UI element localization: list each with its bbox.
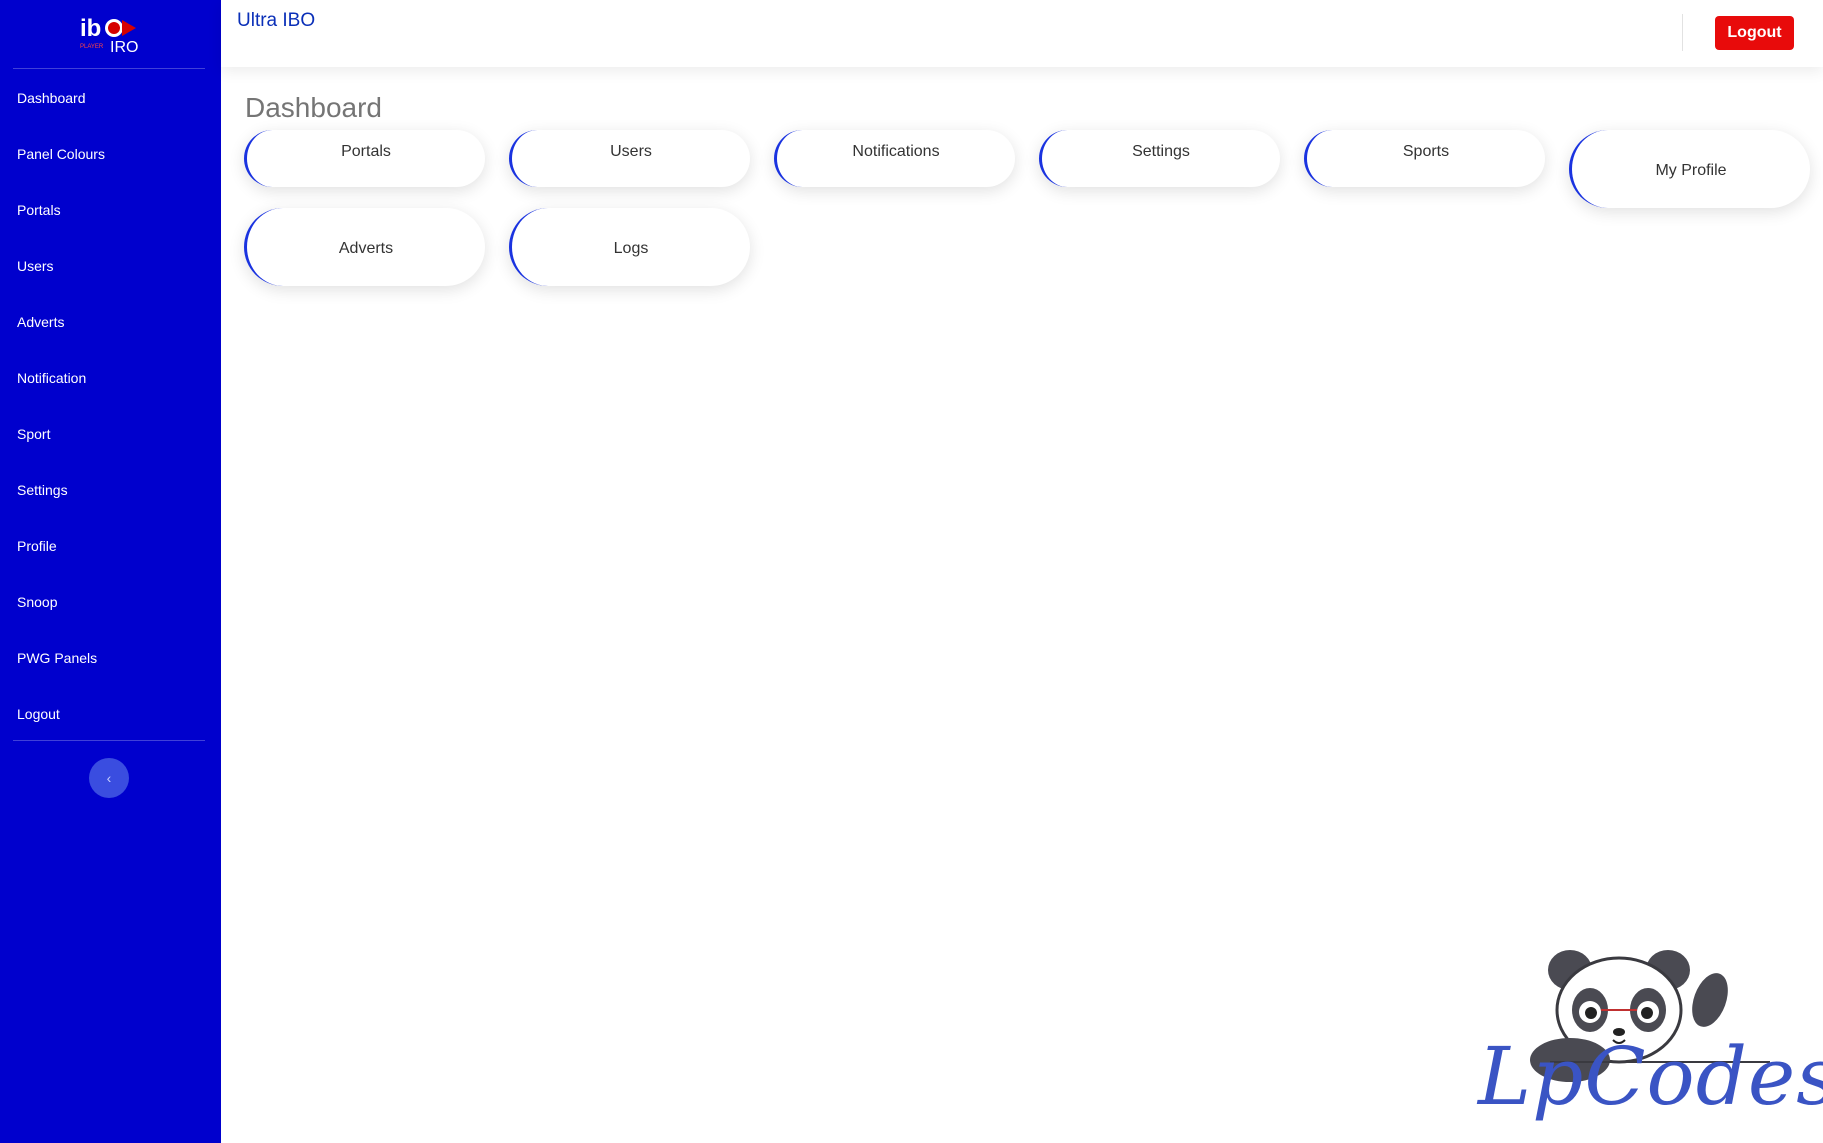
card-notifications[interactable]: Notifications: [774, 130, 1015, 187]
sidebar-item-panel-colours[interactable]: Panel Colours: [0, 126, 221, 182]
card-adverts[interactable]: Adverts: [244, 208, 485, 286]
app-logo[interactable]: ib IRO PLAYER: [76, 12, 144, 54]
svg-text:ib: ib: [80, 15, 101, 42]
sidebar-collapse-button[interactable]: ‹: [89, 758, 129, 798]
sidebar-item-notification[interactable]: Notification: [0, 350, 221, 406]
card-portals[interactable]: Portals: [244, 130, 485, 187]
svg-text:IRO: IRO: [110, 39, 138, 54]
card-label: Notifications: [852, 143, 940, 160]
card-label: Portals: [341, 143, 391, 160]
sidebar-item-profile[interactable]: Profile: [0, 518, 221, 574]
card-label: Logs: [613, 240, 649, 257]
card-label: My Profile: [1655, 162, 1727, 179]
topbar-divider: [1682, 14, 1683, 51]
sidebar-item-portals[interactable]: Portals: [0, 182, 221, 238]
watermark-text: LpCodes: [1478, 1030, 1823, 1123]
page-title: Dashboard: [245, 92, 382, 123]
sidebar-item-sport[interactable]: Sport: [0, 406, 221, 462]
sidebar-item-settings[interactable]: Settings: [0, 462, 221, 518]
app-title: Ultra IBO: [237, 10, 316, 31]
card-sports[interactable]: Sports: [1304, 130, 1545, 187]
sidebar-divider-bottom: [13, 740, 205, 741]
sidebar: ib IRO PLAYER Dashboard Panel Colours Po…: [0, 0, 221, 1143]
sidebar-divider-top: [13, 68, 205, 69]
card-label: Sports: [1402, 143, 1450, 160]
card-my-profile[interactable]: My Profile: [1569, 130, 1810, 208]
sidebar-item-pwg-panels[interactable]: PWG Panels: [0, 630, 221, 686]
logout-button[interactable]: Logout: [1715, 16, 1794, 50]
sidebar-item-adverts[interactable]: Adverts: [0, 294, 221, 350]
card-label: Settings: [1132, 143, 1190, 160]
svg-text:PLAYER: PLAYER: [80, 44, 104, 50]
sidebar-nav: Dashboard Panel Colours Portals Users Ad…: [0, 70, 221, 742]
sidebar-item-users[interactable]: Users: [0, 238, 221, 294]
sidebar-item-logout[interactable]: Logout: [0, 686, 221, 742]
card-label: Adverts: [338, 240, 394, 257]
card-users[interactable]: Users: [509, 130, 750, 187]
top-bar: Ultra IBO Logout: [221, 0, 1823, 67]
card-label: Users: [610, 143, 652, 160]
card-settings[interactable]: Settings: [1039, 130, 1280, 187]
sidebar-item-dashboard[interactable]: Dashboard: [0, 70, 221, 126]
chevron-left-icon: ‹: [106, 770, 112, 786]
sidebar-item-snoop[interactable]: Snoop: [0, 574, 221, 630]
card-logs[interactable]: Logs: [509, 208, 750, 286]
